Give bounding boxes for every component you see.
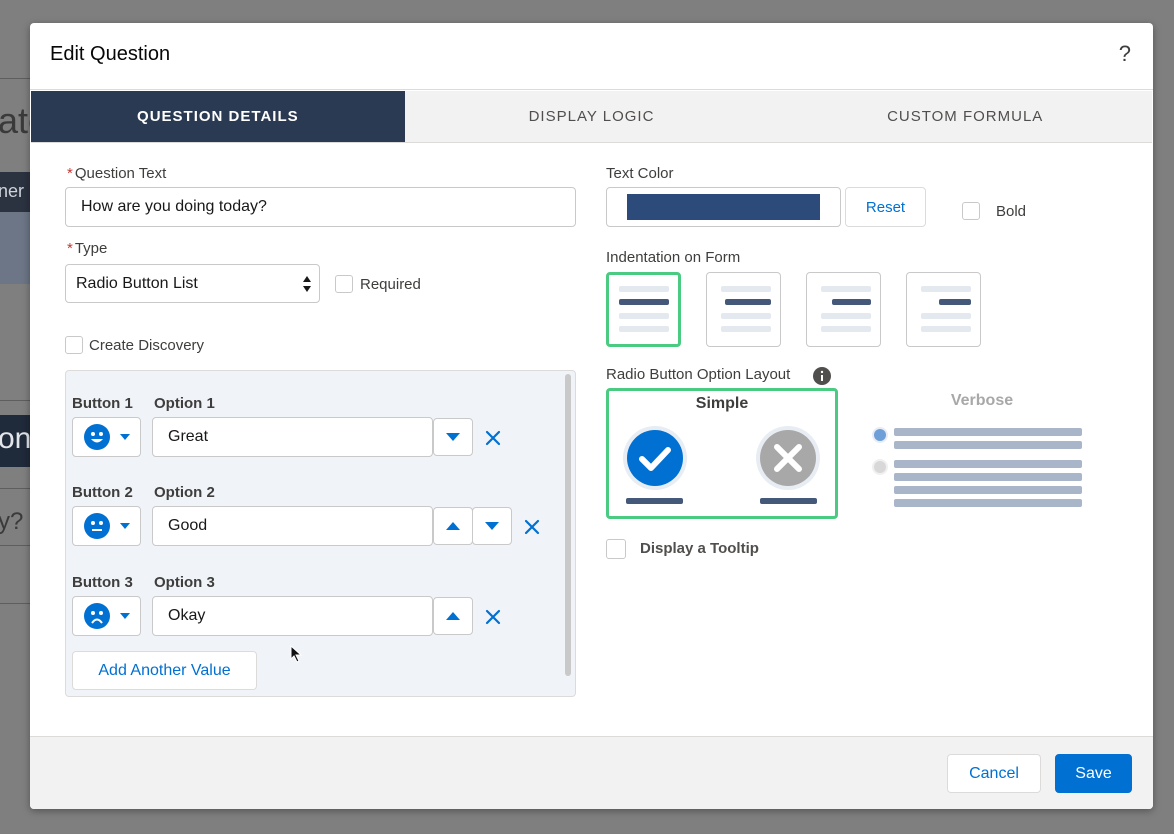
info-icon[interactable] bbox=[813, 367, 831, 385]
verbose-bar bbox=[894, 460, 1082, 468]
mouse-cursor-icon bbox=[290, 645, 302, 663]
neutral-face-icon bbox=[84, 513, 110, 539]
tab-custom-formula[interactable]: CUSTOM FORMULA bbox=[778, 91, 1152, 142]
move-up-button[interactable] bbox=[433, 507, 473, 545]
modal-header: Edit Question ? bbox=[30, 23, 1153, 90]
layout-simple-label: Simple bbox=[695, 395, 749, 412]
options-panel: Button 1 Option 1 Great Button 2 Option … bbox=[65, 370, 576, 697]
create-discovery-label: Create Discovery bbox=[89, 337, 205, 354]
question-text-label: * Question Text bbox=[67, 165, 167, 182]
tooltip-checkbox[interactable] bbox=[606, 539, 626, 559]
checkmark-circle-icon bbox=[623, 426, 687, 490]
verbose-bar bbox=[894, 499, 1082, 507]
arrow-down-icon bbox=[485, 522, 499, 530]
background-fragment: ner bbox=[0, 181, 25, 201]
close-circle-icon bbox=[756, 426, 820, 490]
layout-verbose-option[interactable]: Verbose bbox=[866, 388, 1098, 519]
tab-bar: QUESTION DETAILS DISPLAY LOGIC CUSTOM FO… bbox=[31, 91, 1152, 143]
indentation-label: Indentation on Form bbox=[606, 249, 741, 266]
delete-option-icon[interactable] bbox=[483, 607, 503, 627]
cancel-button[interactable]: Cancel bbox=[947, 754, 1041, 793]
button-label: Button 2 bbox=[72, 484, 133, 501]
arrow-up-icon bbox=[446, 612, 460, 620]
required-label: Required bbox=[360, 276, 421, 293]
save-button[interactable]: Save bbox=[1055, 754, 1132, 793]
move-down-button[interactable] bbox=[472, 507, 512, 545]
required-checkbox[interactable] bbox=[335, 275, 353, 293]
add-another-value-button[interactable]: Add Another Value bbox=[72, 651, 257, 690]
arrow-up-icon bbox=[446, 522, 460, 530]
verbose-radio-selected bbox=[874, 429, 886, 441]
option-value-input[interactable]: Okay bbox=[152, 596, 433, 636]
select-arrows-icon bbox=[303, 276, 311, 292]
color-swatch bbox=[627, 194, 820, 220]
type-select[interactable]: Radio Button List bbox=[65, 264, 320, 303]
background-band bbox=[0, 212, 30, 284]
verbose-bar bbox=[894, 473, 1082, 481]
move-down-button[interactable] bbox=[433, 418, 473, 456]
required-marker: * bbox=[67, 165, 73, 182]
option-label: Option 2 bbox=[154, 484, 215, 501]
arrow-down-icon bbox=[446, 433, 460, 441]
emoji-picker-button[interactable] bbox=[72, 417, 141, 457]
indent-option-2[interactable] bbox=[806, 272, 881, 347]
background-fragment: on bbox=[0, 422, 32, 455]
text-color-label: Text Color bbox=[606, 165, 674, 182]
delete-option-icon[interactable] bbox=[522, 517, 542, 537]
sad-face-icon bbox=[84, 603, 110, 629]
create-discovery-checkbox[interactable] bbox=[65, 336, 83, 354]
verbose-bar bbox=[894, 428, 1082, 436]
indent-option-0[interactable] bbox=[606, 272, 681, 347]
happy-face-icon bbox=[84, 424, 110, 450]
type-select-value: Radio Button List bbox=[76, 274, 198, 292]
background-fragment: y? bbox=[0, 508, 24, 535]
verbose-bar bbox=[894, 441, 1082, 449]
button-label: Button 1 bbox=[72, 395, 133, 412]
bold-label: Bold bbox=[996, 203, 1027, 220]
indent-option-1[interactable] bbox=[706, 272, 781, 347]
bold-checkbox[interactable] bbox=[962, 202, 980, 220]
tooltip-label: Display a Tooltip bbox=[640, 540, 759, 557]
layout-label: Radio Button Option Layout bbox=[606, 366, 791, 383]
option-label: Option 1 bbox=[154, 395, 215, 412]
help-icon[interactable]: ? bbox=[1119, 41, 1131, 67]
option-value-input[interactable]: Great bbox=[152, 417, 433, 457]
verbose-radio-unselected bbox=[874, 461, 886, 473]
indent-option-3[interactable] bbox=[906, 272, 981, 347]
move-up-button[interactable] bbox=[433, 597, 473, 635]
reset-color-button[interactable]: Reset bbox=[845, 187, 926, 227]
option-label: Option 3 bbox=[154, 574, 215, 591]
modal-footer: Cancel Save bbox=[30, 736, 1153, 809]
option-value-input[interactable]: Good bbox=[152, 506, 433, 546]
tab-question-details[interactable]: QUESTION DETAILS bbox=[31, 91, 405, 142]
layout-verbose-label: Verbose bbox=[950, 392, 1014, 409]
modal-title: Edit Question bbox=[50, 43, 171, 65]
emoji-picker-button[interactable] bbox=[72, 506, 141, 546]
verbose-bar bbox=[894, 486, 1082, 494]
question-text-input[interactable]: How are you doing today? bbox=[65, 187, 576, 227]
edit-question-modal: Edit Question ? QUESTION DETAILS DISPLAY… bbox=[30, 23, 1153, 809]
emoji-picker-button[interactable] bbox=[72, 596, 141, 636]
type-label: * Type bbox=[67, 240, 108, 257]
chevron-down-icon bbox=[120, 434, 130, 440]
options-scrollbar[interactable] bbox=[565, 374, 571, 676]
chevron-down-icon bbox=[120, 613, 130, 619]
text-color-picker[interactable] bbox=[606, 187, 841, 227]
button-label: Button 3 bbox=[72, 574, 133, 591]
tab-display-logic[interactable]: DISPLAY LOGIC bbox=[405, 91, 779, 142]
layout-simple-option[interactable]: Simple bbox=[606, 388, 838, 519]
layout-bar bbox=[626, 498, 683, 504]
layout-bar bbox=[760, 498, 817, 504]
chevron-down-icon bbox=[120, 523, 130, 529]
delete-option-icon[interactable] bbox=[483, 428, 503, 448]
required-marker: * bbox=[67, 240, 73, 257]
